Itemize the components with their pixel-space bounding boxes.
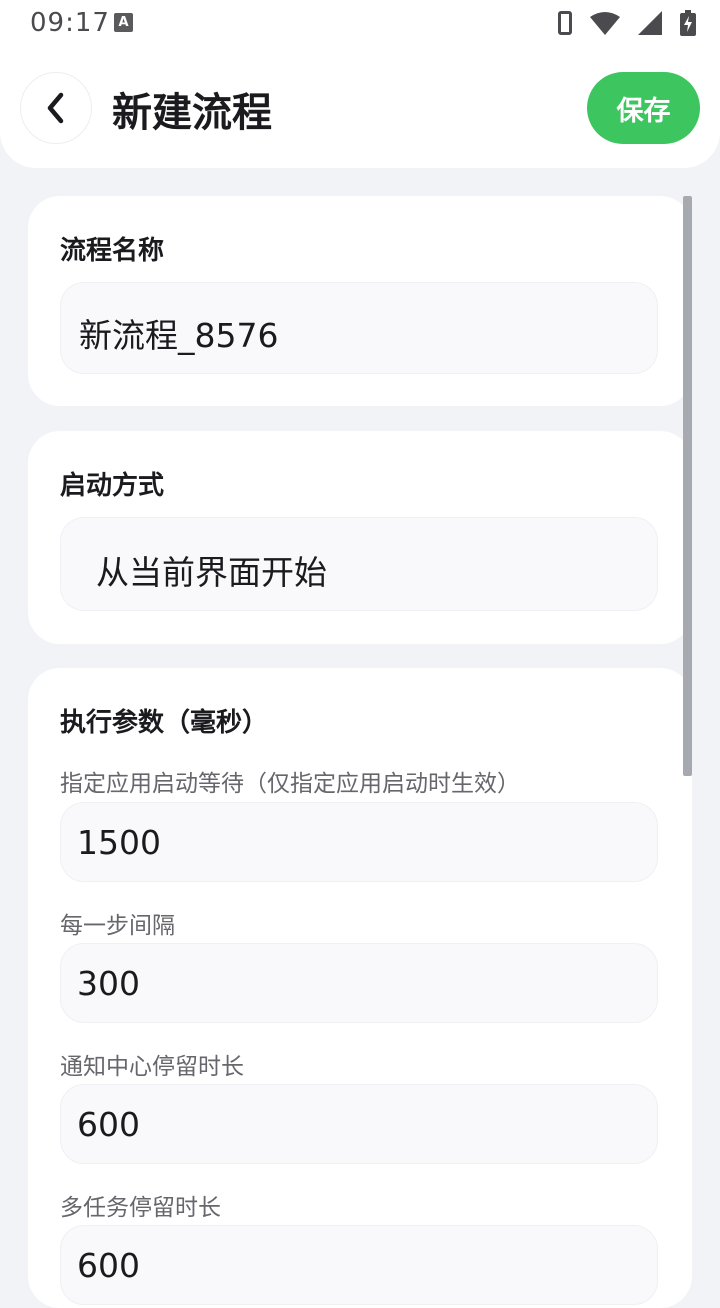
notification-center-stay-value: 600 (77, 1105, 140, 1144)
save-button[interactable]: 保存 (587, 72, 700, 144)
flow-name-label: 流程名称 (60, 236, 165, 266)
start-mode-label: 启动方式 (60, 471, 165, 501)
multitask-stay-value: 600 (77, 1246, 140, 1285)
status-icons (558, 10, 696, 36)
step-interval-value: 300 (77, 964, 140, 1003)
back-button[interactable] (20, 72, 92, 144)
cell-signal-icon (638, 11, 662, 35)
flow-name-card: 流程名称 新流程_8576 (28, 196, 692, 406)
notification-a-icon: A (114, 13, 133, 32)
wifi-icon (590, 11, 620, 35)
notification-center-stay-label: 通知中心停留时长 (60, 1054, 244, 1080)
notification-center-stay-input[interactable]: 600 (60, 1084, 658, 1164)
start-mode-value: 从当前界面开始 (96, 553, 327, 592)
step-interval-label: 每一步间隔 (60, 913, 175, 939)
start-mode-select[interactable]: 从当前界面开始 (60, 517, 658, 611)
phone-icon (558, 11, 572, 35)
exec-params-label: 执行参数（毫秒） (60, 708, 269, 738)
app-launch-wait-value: 1500 (77, 823, 161, 862)
multitask-stay-label: 多任务停留时长 (60, 1195, 221, 1221)
start-mode-card: 启动方式 从当前界面开始 (28, 431, 692, 644)
chevron-left-icon (47, 92, 64, 124)
battery-charging-icon (680, 10, 696, 36)
exec-params-card: 执行参数（毫秒） 指定应用启动等待（仅指定应用启动时生效） 1500 每一步间隔… (28, 668, 692, 1308)
app-launch-wait-label: 指定应用启动等待（仅指定应用启动时生效） (60, 771, 520, 797)
app-launch-wait-input[interactable]: 1500 (60, 802, 658, 882)
page-title: 新建流程 (112, 90, 272, 136)
status-bar: 09:17 A (0, 0, 720, 48)
app-header: 新建流程 保存 (0, 48, 720, 168)
scrollbar[interactable] (683, 196, 692, 776)
step-interval-input[interactable]: 300 (60, 943, 658, 1023)
status-time: 09:17 (30, 8, 110, 38)
flow-name-input[interactable]: 新流程_8576 (60, 282, 658, 374)
multitask-stay-input[interactable]: 600 (60, 1225, 658, 1305)
flow-name-value: 新流程_8576 (79, 316, 279, 355)
